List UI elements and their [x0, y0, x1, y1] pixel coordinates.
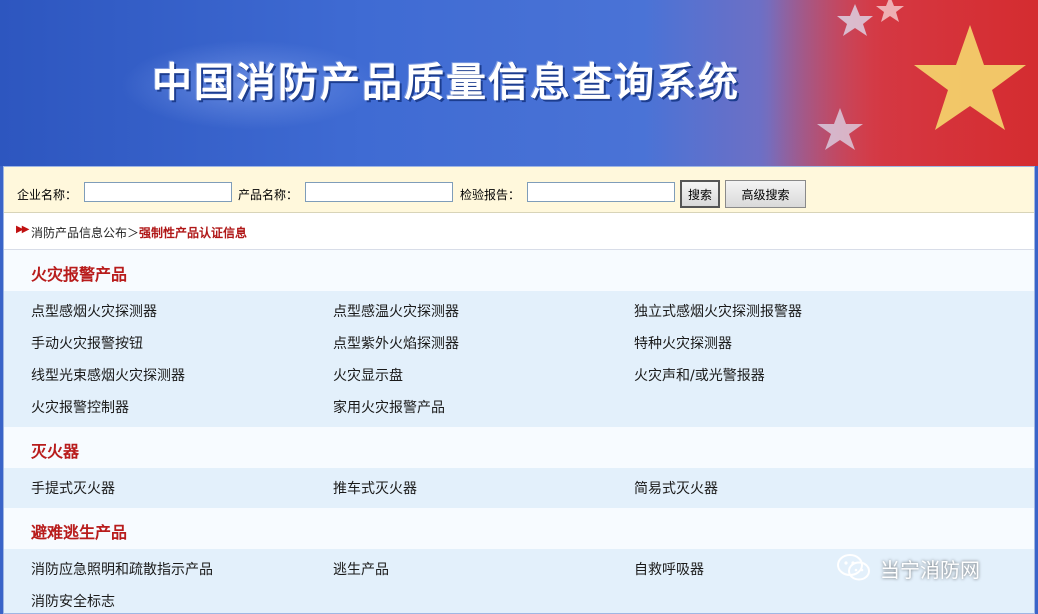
search-button[interactable]: 搜索 — [680, 180, 720, 208]
category-items: 点型感烟火灾探测器 点型感温火灾探测器 独立式感烟火灾探测报警器手动火灾报警按钮 点型… — [4, 291, 1034, 427]
wechat-icon — [837, 554, 870, 581]
search-bar: 企业名称： 产品名称： 检验报告： 搜索 高级搜索 — [4, 167, 1034, 213]
category-items: 手提式灭火器 推车式灭火器 简易式灭火器 — [4, 468, 1034, 508]
product-link[interactable]: 线型光束感烟火灾探测器 — [31, 365, 185, 385]
product-link[interactable]: 手动火灾报警按钮 — [31, 333, 143, 353]
category-title: 灭火器 — [31, 442, 80, 461]
product-row: 手动火灾报警按钮 点型紫外火焰探测器 特种火灾探测器 — [4, 327, 1034, 359]
product-name-input[interactable] — [305, 182, 453, 202]
product-name-label: 产品名称： — [238, 188, 299, 202]
product-link[interactable]: 简易式灭火器 — [634, 478, 718, 498]
product-link[interactable]: 特种火灾探测器 — [634, 333, 732, 353]
product-row: 点型感烟火灾探测器 点型感温火灾探测器 独立式感烟火灾探测报警器 — [4, 295, 1034, 327]
product-row: 线型光束感烟火灾探测器 火灾显示盘 火灾声和/或光警报器 — [4, 359, 1034, 391]
product-link[interactable]: 火灾报警控制器 — [31, 397, 129, 417]
watermark-text: 当宁消防网 — [880, 558, 980, 582]
category-header: 火灾报警产品 — [4, 250, 1034, 291]
inspection-report-input[interactable] — [527, 182, 675, 202]
product-link[interactable]: 消防安全标志 — [31, 591, 115, 611]
category-header: 避难逃生产品 — [4, 508, 1034, 549]
company-name-label: 企业名称： — [17, 188, 78, 202]
category-title: 火灾报警产品 — [31, 265, 128, 284]
category-title: 避难逃生产品 — [31, 523, 128, 542]
product-link[interactable]: 自救呼吸器 — [634, 559, 704, 579]
product-link[interactable]: 火灾显示盘 — [333, 365, 403, 385]
product-link[interactable]: 点型紫外火焰探测器 — [333, 333, 459, 353]
product-link[interactable]: 点型感温火灾探测器 — [333, 301, 459, 321]
product-link[interactable]: 家用火灾报警产品 — [333, 397, 445, 417]
product-link[interactable]: 点型感烟火灾探测器 — [31, 301, 157, 321]
category-header: 灭火器 — [4, 427, 1034, 468]
system-title: 中国消防产品质量信息查询系统 — [152, 60, 740, 106]
product-row: 火灾报警控制器 家用火灾报警产品 — [4, 391, 1034, 423]
product-row: 手提式灭火器 推车式灭火器 简易式灭火器 — [4, 472, 1034, 504]
flag-stars-decoration — [760, 0, 1038, 166]
header-banner: 中国消防产品质量信息查询系统 — [0, 0, 1038, 166]
product-link[interactable]: 独立式感烟火灾探测报警器 — [634, 301, 802, 321]
inspection-report-label: 检验报告： — [460, 188, 521, 202]
breadcrumb: ▶▶ 消防产品信息公布＞强制性产品认证信息 — [4, 213, 1034, 250]
double-arrow-icon: ▶▶ — [16, 224, 29, 235]
product-row: 消防安全标志 — [4, 585, 1034, 613]
company-name-input[interactable] — [84, 182, 232, 202]
product-link[interactable]: 手提式灭火器 — [31, 478, 115, 498]
product-link[interactable]: 推车式灭火器 — [333, 478, 417, 498]
product-link[interactable]: 消防应急照明和疏散指示产品 — [31, 559, 213, 579]
main-panel: 企业名称： 产品名称： 检验报告： 搜索 高级搜索 ▶▶ 消防产品信息公布＞强制… — [3, 166, 1035, 614]
product-link[interactable]: 逃生产品 — [333, 559, 389, 579]
advanced-search-button[interactable]: 高级搜索 — [725, 180, 806, 208]
breadcrumb-path: 消防产品信息公布＞强制性产品认证信息 — [31, 224, 247, 241]
product-link[interactable]: 火灾声和/或光警报器 — [634, 365, 765, 385]
breadcrumb-current: 强制性产品认证信息 — [139, 226, 248, 240]
breadcrumb-parent-link[interactable]: 消防产品信息公布＞ — [31, 226, 139, 240]
